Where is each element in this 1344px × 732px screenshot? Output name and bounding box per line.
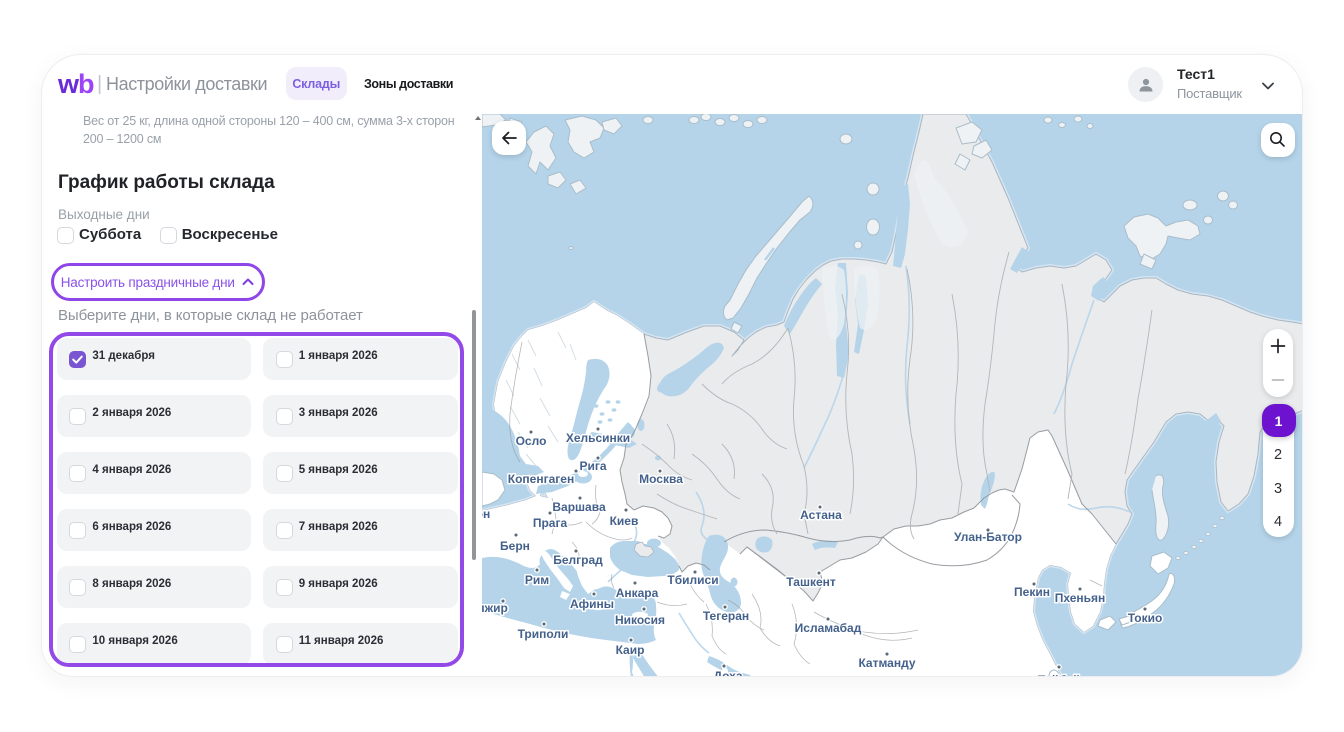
svg-text:дон: дон — [482, 507, 490, 521]
svg-text:Исламабад: Исламабад — [795, 621, 862, 635]
svg-text:Москва: Москва — [639, 472, 683, 486]
svg-text:Берн: Берн — [500, 539, 530, 553]
svg-text:Рига: Рига — [579, 459, 606, 473]
svg-text:Пекин: Пекин — [1014, 585, 1050, 599]
svg-text:Астана: Астана — [800, 508, 842, 522]
svg-text:Анкара: Анкара — [616, 586, 659, 600]
svg-text:Киев: Киев — [610, 514, 639, 528]
svg-text:Каир: Каир — [616, 643, 645, 657]
svg-text:Рим: Рим — [525, 573, 549, 587]
svg-text:Осло: Осло — [516, 434, 547, 448]
svg-text:Афины: Афины — [570, 597, 614, 611]
svg-text:Токио: Токио — [1128, 611, 1163, 625]
svg-text:Доха: Доха — [713, 669, 742, 677]
svg-text:Хельсинки: Хельсинки — [566, 431, 630, 445]
svg-text:Ташкент: Ташкент — [786, 575, 836, 589]
svg-text:Варшава: Варшава — [552, 500, 606, 514]
svg-text:Никосия: Никосия — [615, 613, 665, 627]
svg-text:Тайбэй: Тайбэй — [1038, 673, 1080, 677]
svg-text:Тегеран: Тегеран — [703, 609, 749, 623]
svg-text:Белград: Белград — [553, 553, 603, 567]
svg-text:Пхеньян: Пхеньян — [1055, 591, 1106, 605]
svg-text:Прага: Прага — [533, 516, 568, 530]
svg-text:Катманду: Катманду — [858, 656, 915, 670]
svg-text:Копенгаген: Копенгаген — [508, 472, 574, 486]
svg-text:Триполи: Триполи — [518, 627, 569, 641]
svg-text:Тбилиси: Тбилиси — [667, 573, 718, 587]
